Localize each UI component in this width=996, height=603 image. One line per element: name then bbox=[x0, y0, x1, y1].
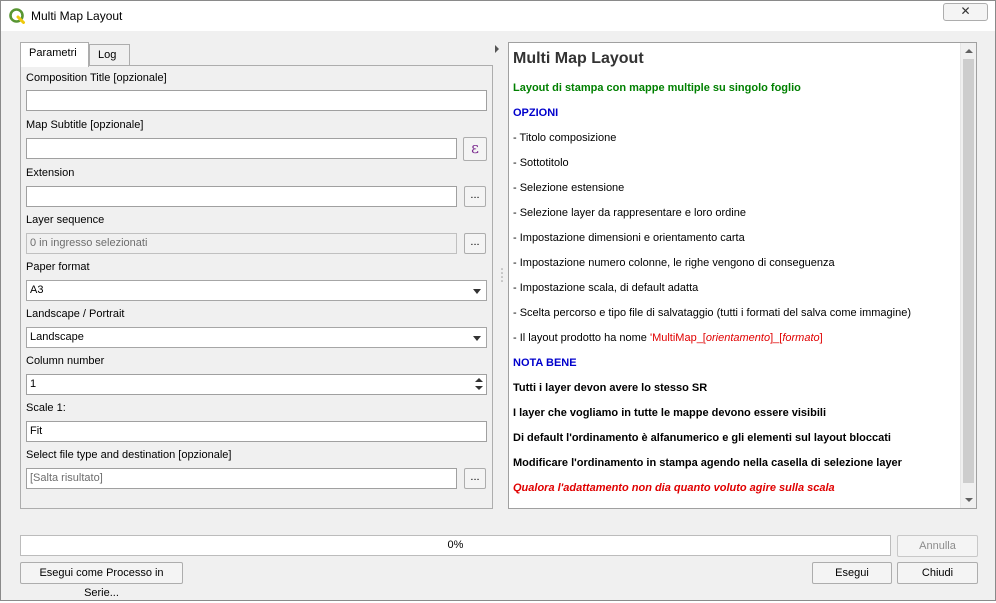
chevron-down-icon bbox=[473, 289, 481, 294]
scale-label: Scale 1: bbox=[26, 402, 66, 414]
note-item: I layer che vogliamo in tutte le mappe d… bbox=[513, 407, 826, 419]
help-title: Multi Map Layout bbox=[513, 50, 644, 67]
orientation-select[interactable]: Landscape bbox=[26, 327, 487, 348]
map-subtitle-label: Map Subtitle [opzionale] bbox=[26, 119, 144, 131]
paper-format-select[interactable]: A3 bbox=[26, 280, 487, 301]
column-number-spinbox[interactable]: 1 bbox=[26, 374, 487, 395]
note-item: Tutti i layer devon avere lo stesso SR bbox=[513, 382, 708, 394]
layout-name-part: ] bbox=[819, 332, 823, 344]
annulla-button[interactable]: Annulla bbox=[897, 535, 978, 557]
composition-title-label: Composition Title [opzionale] bbox=[26, 72, 167, 84]
batch-process-button[interactable]: Esegui come Processo in Serie... bbox=[20, 562, 183, 599]
scroll-down-icon[interactable] bbox=[965, 498, 973, 502]
spin-up-icon[interactable] bbox=[475, 378, 483, 382]
esegui-button[interactable]: Esegui bbox=[812, 562, 892, 584]
option-item: - Titolo composizione bbox=[513, 132, 617, 144]
layout-name-part: formato bbox=[782, 332, 820, 344]
parameters-panel: Parametri Log Composition Title [opziona… bbox=[20, 42, 493, 509]
chevron-down-icon bbox=[473, 336, 481, 341]
paper-format-label: Paper format bbox=[26, 261, 90, 273]
scroll-up-icon[interactable] bbox=[965, 49, 973, 53]
composition-title-input[interactable] bbox=[26, 90, 487, 111]
note-item: Di default l'ordinamento è alfanumerico … bbox=[513, 432, 891, 444]
layout-name-part: ]_[ bbox=[770, 332, 783, 344]
orientation-value: Landscape bbox=[30, 331, 84, 343]
layer-sequence-browse-button[interactable]: ... bbox=[464, 233, 486, 254]
layout-name-part: 'MultiMap_[ bbox=[649, 332, 706, 344]
column-number-label: Column number bbox=[26, 355, 105, 367]
options-heading: OPZIONI bbox=[513, 107, 559, 119]
qgis-logo-icon bbox=[9, 8, 25, 24]
extension-input[interactable] bbox=[26, 186, 457, 207]
collapse-arrow-icon[interactable] bbox=[495, 45, 499, 53]
map-subtitle-input[interactable] bbox=[26, 138, 457, 159]
title-bar: Multi Map Layout ✕ bbox=[1, 1, 995, 31]
paper-format-value: A3 bbox=[30, 284, 44, 296]
window-title: Multi Map Layout bbox=[31, 9, 123, 23]
layout-name-pattern: 'MultiMap_[orientamento]_[formato] bbox=[650, 332, 823, 344]
spin-down-icon[interactable] bbox=[475, 386, 483, 390]
option-item: - Impostazione scala, di default adatta bbox=[513, 282, 699, 294]
option-item: - Impostazione numero colonne, le righe … bbox=[513, 257, 835, 269]
spin-arrows-icon[interactable] bbox=[473, 376, 485, 393]
column-number-value: 1 bbox=[30, 378, 37, 390]
orientation-label: Landscape / Portrait bbox=[26, 308, 125, 320]
splitter-handle-icon[interactable] bbox=[501, 267, 503, 283]
output-browse-button[interactable]: ... bbox=[464, 468, 486, 489]
layout-name-line: - Il layout prodotto ha nome 'MultiMap_[… bbox=[513, 332, 823, 344]
dialog-window: Multi Map Layout ✕ Parametri Log Composi… bbox=[0, 0, 996, 601]
layer-sequence-input[interactable]: 0 in ingresso selezionati bbox=[26, 233, 457, 254]
tab-parametri[interactable]: Parametri bbox=[20, 42, 89, 67]
nota-bene-heading: NOTA BENE bbox=[513, 357, 577, 369]
layer-sequence-label: Layer sequence bbox=[26, 214, 105, 226]
help-scrollbar[interactable] bbox=[960, 43, 976, 508]
scale-warning: Qualora l'adattamento non dia quanto vol… bbox=[513, 482, 835, 494]
extension-label: Extension bbox=[26, 167, 75, 179]
option-item: - Scelta percorso e tipo file di salvata… bbox=[513, 307, 912, 319]
chiudi-button[interactable]: Chiudi bbox=[897, 562, 978, 584]
scale-input[interactable]: Fit bbox=[26, 421, 487, 442]
parameters-form: Composition Title [opzionale] Map Subtit… bbox=[20, 65, 493, 509]
option-item: - Selezione estensione bbox=[513, 182, 625, 194]
close-window-button[interactable]: ✕ bbox=[943, 3, 988, 21]
option-item: - Impostazione dimensioni e orientamento… bbox=[513, 232, 745, 244]
layout-name-part: orientamento bbox=[705, 332, 771, 344]
tab-log[interactable]: Log bbox=[89, 44, 130, 66]
scrollbar-thumb[interactable] bbox=[963, 59, 974, 483]
expression-builder-button[interactable]: ε bbox=[463, 137, 487, 161]
output-destination-label: Select file type and destination [opzion… bbox=[26, 449, 232, 461]
progress-bar: 0% bbox=[20, 535, 891, 556]
note-item: Modificare l'ordinamento in stampa agend… bbox=[513, 457, 902, 469]
option-item: - Selezione layer da rappresentare e lor… bbox=[513, 207, 746, 219]
help-subtitle: Layout di stampa con mappe multiple su s… bbox=[513, 82, 801, 94]
extension-browse-button[interactable]: ... bbox=[464, 186, 486, 207]
option-item: - Sottotitolo bbox=[513, 157, 569, 169]
layout-name-prefix: - Il layout prodotto ha nome bbox=[513, 332, 650, 344]
help-panel: Multi Map Layout Layout di stampa con ma… bbox=[508, 42, 977, 509]
output-destination-input[interactable]: [Salta risultato] bbox=[26, 468, 457, 489]
